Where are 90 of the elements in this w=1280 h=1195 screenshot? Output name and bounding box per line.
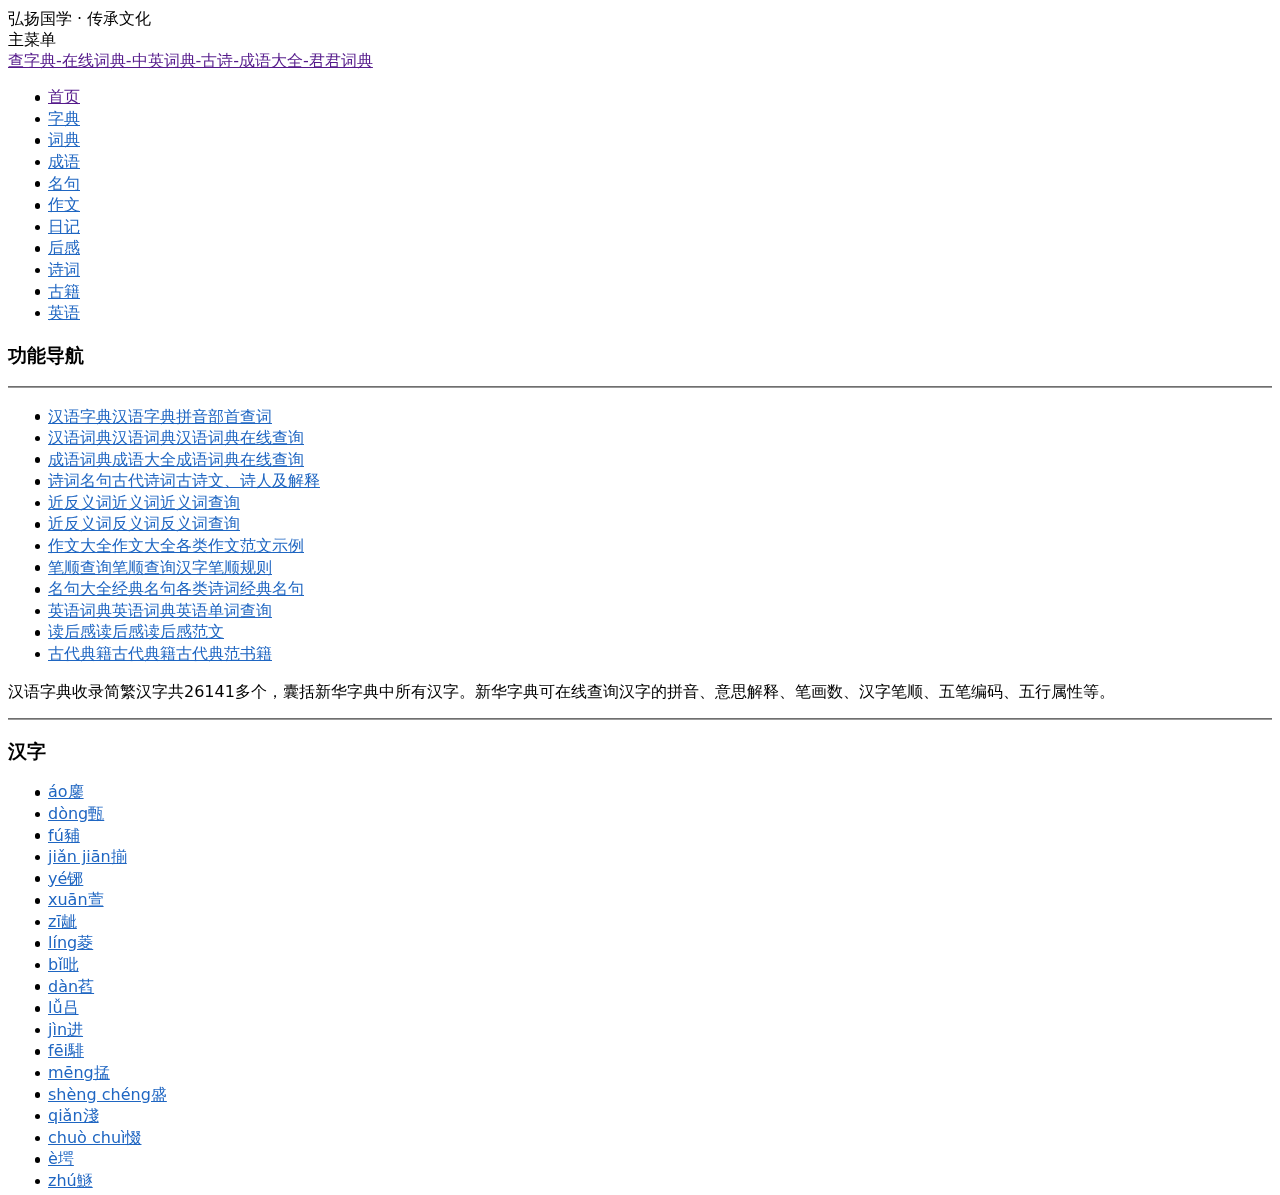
bullet-icon [34, 811, 40, 818]
character-link[interactable]: dòng甄 [48, 803, 105, 825]
bullet-icon [34, 311, 40, 317]
character-link[interactable]: líng菱 [48, 933, 94, 955]
bullet-icon [34, 203, 40, 209]
character-link[interactable]: fú豧 [48, 825, 80, 847]
bullet-icon [34, 267, 40, 274]
bullet-icon [34, 414, 40, 420]
nav-link[interactable]: 古籍 [48, 281, 80, 303]
feature-link[interactable]: 诗词名句古代诗词古诗文、诗人及解释 [48, 471, 320, 493]
section-heading: 功能导航 [8, 344, 84, 369]
nav-link[interactable]: 成语 [48, 152, 80, 174]
character-link[interactable]: lǚ吕 [48, 998, 79, 1020]
bullet-icon [34, 1070, 40, 1077]
feature-link[interactable]: 汉语词典汉语词典汉语词典在线查询 [48, 428, 304, 450]
bullet-icon [34, 500, 40, 507]
feature-link[interactable]: 近反义词近义词近义词查询 [48, 492, 240, 514]
bullet-icon [34, 1006, 40, 1012]
character-link[interactable]: áo鏖 [48, 782, 84, 804]
bullet-icon [34, 898, 40, 904]
bullet-icon [34, 435, 40, 442]
bullet-icon [34, 608, 40, 615]
bullet-icon [34, 790, 40, 796]
site-title-link[interactable]: 查字典-在线词典-中英词典-古诗-成语大全-君君词典 [8, 51, 373, 70]
bullet-icon [34, 651, 40, 658]
character-link[interactable]: jiǎn jiān揃 [48, 847, 127, 869]
character-link[interactable]: chuò chuì惙 [48, 1127, 142, 1149]
bullet-icon [34, 289, 40, 295]
bullet-icon [34, 479, 40, 485]
bullet-icon [34, 181, 40, 187]
feature-link[interactable]: 汉语字典汉语字典拼音部首查词 [48, 406, 272, 428]
section-heading: 汉字 [8, 740, 46, 765]
bullet-icon [34, 1049, 40, 1055]
site-tagline: 弘扬国学 · 传承文化 [8, 8, 152, 29]
bullet-icon [34, 876, 40, 882]
nav-link[interactable]: 日记 [48, 216, 80, 238]
bullet-icon [34, 1092, 40, 1098]
feature-link[interactable]: 成语词典成语大全成语词典在线查询 [48, 449, 304, 471]
character-link[interactable]: jìn进 [48, 1019, 84, 1041]
feature-link[interactable]: 笔顺查询笔顺查询汉字笔顺规则 [48, 557, 272, 579]
bullet-icon [34, 1157, 40, 1163]
bullet-icon [34, 116, 40, 123]
bullet-icon [34, 1178, 40, 1185]
bullet-icon [34, 246, 40, 252]
character-link[interactable]: mēng掹 [48, 1063, 110, 1085]
feature-link[interactable]: 近反义词反义词反义词查询 [48, 514, 240, 536]
bullet-icon [34, 919, 40, 926]
intro-paragraph: 汉语字典收录简繁汉字共26141多个，囊括新华字典中所有汉字。新华字典可在线查询汉字的拼音、意思解释、笔画数、汉字笔顺、五笔编码、五行属性等。 [8, 681, 1115, 703]
feature-link[interactable]: 名句大全经典名句各类诗词经典名句 [48, 579, 304, 601]
bullet-icon [34, 962, 40, 969]
bullet-icon [34, 522, 40, 528]
nav-link[interactable]: 词典 [48, 130, 80, 152]
nav-link[interactable]: 诗词 [48, 260, 80, 282]
character-link[interactable]: zhú鱁 [48, 1171, 93, 1192]
character-link[interactable]: fēi騑 [48, 1041, 84, 1063]
character-link[interactable]: qiǎn淺 [48, 1106, 99, 1128]
nav-link[interactable]: 后感 [48, 238, 80, 260]
character-link[interactable]: dàn萏 [48, 976, 95, 998]
bullet-icon [34, 587, 40, 593]
bullet-icon [34, 95, 40, 101]
bullet-icon [34, 138, 40, 144]
bullet-icon [34, 159, 40, 166]
bullet-icon [34, 630, 40, 636]
bullet-icon [34, 941, 40, 947]
bullet-icon [34, 984, 40, 990]
nav-link[interactable]: 首页 [48, 87, 80, 109]
character-link[interactable]: xuān萱 [48, 890, 104, 912]
feature-link[interactable]: 英语词典英语词典英语单词查询 [48, 600, 272, 622]
menu-label: 主菜单 [8, 29, 56, 50]
bullet-icon [34, 833, 40, 839]
bullet-icon [34, 543, 40, 550]
bullet-icon [34, 565, 40, 571]
bullet-icon [34, 224, 40, 231]
character-link[interactable]: bǐ吡 [48, 955, 79, 977]
bullet-icon [34, 457, 40, 463]
bullet-icon [34, 1114, 40, 1120]
character-link[interactable]: zī龇 [48, 911, 77, 933]
nav-link[interactable]: 名句 [48, 173, 80, 195]
character-link[interactable]: è堮 [48, 1149, 74, 1171]
feature-link[interactable]: 古代典籍古代典籍古代典范书籍 [48, 644, 272, 666]
nav-link[interactable]: 作文 [48, 195, 80, 217]
bullet-icon [34, 1135, 40, 1142]
character-link[interactable]: yé铘 [48, 868, 84, 890]
feature-link[interactable]: 作文大全作文大全各类作文范文示例 [48, 536, 304, 558]
bullet-icon [34, 1027, 40, 1034]
nav-link[interactable]: 字典 [48, 108, 80, 130]
bullet-icon [34, 854, 40, 861]
nav-link[interactable]: 英语 [48, 303, 80, 325]
feature-link[interactable]: 读后感读后感读后感范文 [48, 622, 224, 644]
character-link[interactable]: shèng chéng盛 [48, 1084, 167, 1106]
